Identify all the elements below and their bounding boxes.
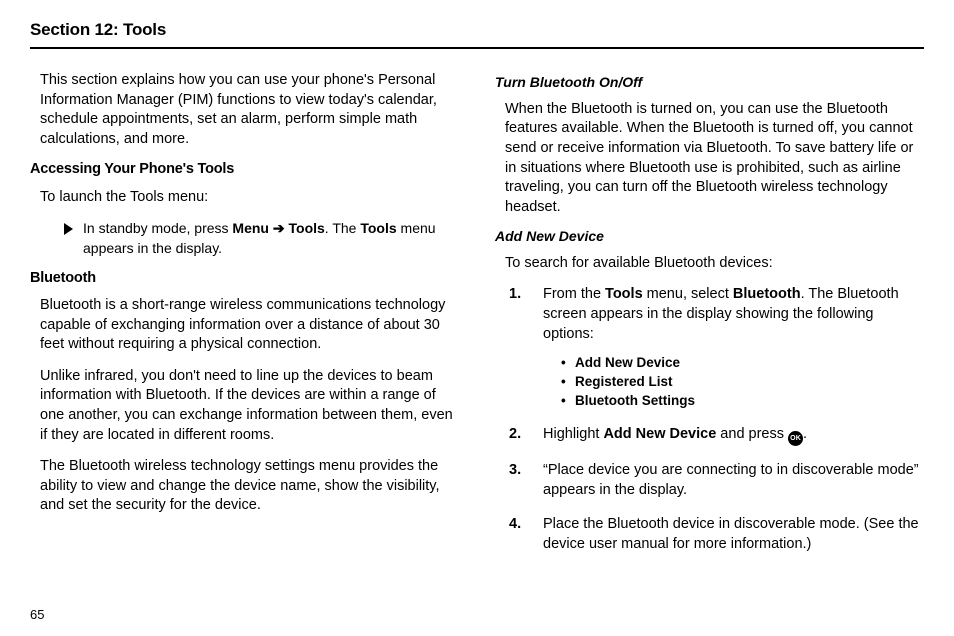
option-add-new: Add New Device (561, 354, 924, 372)
step-standby-text: In standby mode, press Menu ➔ Tools. The… (83, 219, 459, 258)
step-4: Place the Bluetooth device in discoverab… (509, 514, 924, 554)
launch-intro: To launch the Tools menu: (40, 188, 459, 208)
step-1: From the Tools menu, select Bluetooth. T… (509, 284, 924, 411)
bluetooth-bold: Bluetooth (733, 286, 801, 302)
text: . (803, 426, 807, 442)
options-list: Add New Device Registered List Bluetooth… (543, 354, 924, 411)
step-2: Highlight Add New Device and press OK. (509, 424, 924, 446)
add-intro: To search for available Bluetooth device… (505, 254, 924, 274)
heading-add-device: Add New Device (495, 227, 924, 246)
arrow-icon: ➔ (273, 219, 285, 239)
ok-icon: OK (788, 431, 803, 446)
tools-bold2: Tools (360, 220, 396, 236)
heading-turn-onoff: Turn Bluetooth On/Off (495, 73, 924, 92)
column-right: Turn Bluetooth On/Off When the Bluetooth… (495, 71, 924, 568)
triangle-bullet-icon (64, 223, 73, 235)
add-bold: Add New Device (603, 426, 716, 442)
numbered-steps: From the Tools menu, select Bluetooth. T… (495, 284, 924, 555)
text: menu, select (643, 286, 733, 302)
page-number: 65 (30, 607, 44, 622)
column-left: This section explains how you can use yo… (30, 71, 459, 568)
menu-bold: Menu (232, 220, 269, 236)
onoff-paragraph: When the Bluetooth is turned on, you can… (505, 100, 924, 217)
heading-accessing-tools: Accessing Your Phone's Tools (30, 160, 459, 180)
bt-paragraph-1: Bluetooth is a short-range wireless comm… (40, 296, 459, 355)
tools-bold: Tools (289, 220, 325, 236)
option-settings: Bluetooth Settings (561, 392, 924, 410)
heading-bluetooth: Bluetooth (30, 269, 459, 289)
step-3: “Place device you are connecting to in d… (509, 460, 924, 500)
bt-paragraph-2: Unlike infrared, you don't need to line … (40, 367, 459, 445)
intro-paragraph: This section explains how you can use yo… (30, 71, 459, 149)
text: . The (325, 220, 361, 236)
text: Highlight (543, 426, 603, 442)
content-columns: This section explains how you can use yo… (30, 71, 924, 568)
text: and press (716, 426, 788, 442)
text: From the (543, 286, 605, 302)
step-standby: In standby mode, press Menu ➔ Tools. The… (30, 219, 459, 258)
tools-bold: Tools (605, 286, 643, 302)
option-registered: Registered List (561, 373, 924, 391)
text: In standby mode, press (83, 220, 232, 236)
bt-paragraph-3: The Bluetooth wireless technology settin… (40, 457, 459, 516)
section-title: Section 12: Tools (30, 20, 924, 49)
